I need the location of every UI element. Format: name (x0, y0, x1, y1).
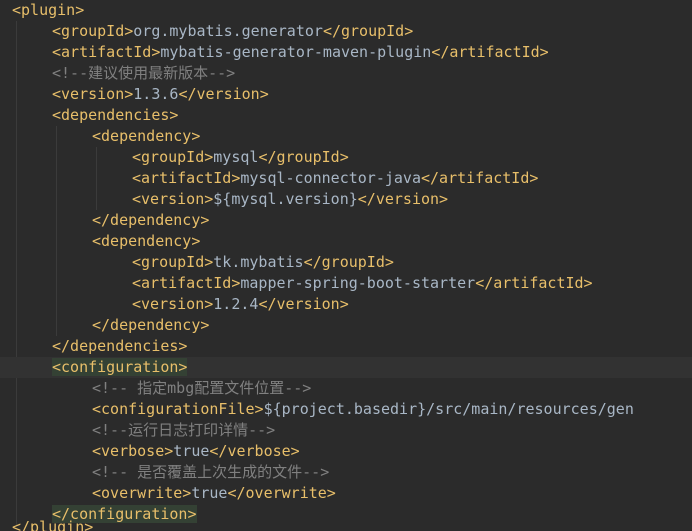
code-line-text: <version>${mysql.version}</version> (132, 189, 448, 210)
xml-tag: <configuration> (52, 358, 188, 376)
code-line-text: </dependency> (92, 315, 209, 336)
code-line[interactable]: <!-- 指定mbg配置文件位置--> (0, 378, 692, 399)
xml-value: true (173, 442, 210, 460)
code-line[interactable]: </dependency> (0, 210, 692, 231)
xml-tag: <groupId> (132, 148, 214, 166)
xml-tag: </dependency> (92, 211, 210, 229)
code-line-text: <configuration> (52, 357, 188, 378)
xml-tag: <groupId> (52, 22, 134, 40)
code-line[interactable]: <configuration> (0, 357, 692, 378)
code-line[interactable]: <version>1.3.6</version> (0, 84, 692, 105)
xml-tag: </version> (357, 190, 449, 208)
code-editor[interactable]: <plugin> <groupId>org.mybatis.generator</… (0, 0, 692, 531)
xml-tag: </groupId> (322, 22, 414, 40)
code-line-text: <dependency> (92, 126, 200, 147)
code-line-text: <!--建议使用最新版本--> (52, 63, 235, 84)
xml-comment: <!-- 指定mbg配置文件位置--> (92, 379, 312, 397)
code-line[interactable]: <groupId>org.mybatis.generator</groupId> (0, 21, 692, 42)
xml-tag: <overwrite> (92, 484, 192, 502)
xml-value: mybatis-generator-maven-plugin (160, 43, 432, 61)
xml-tag: <artifactId> (132, 274, 241, 292)
xml-tag: </verbose> (209, 442, 300, 460)
xml-value: mapper-spring-boot-starter (240, 274, 476, 292)
xml-tag: </groupId> (258, 148, 349, 166)
code-line[interactable]: </plugin> (0, 517, 692, 531)
code-line[interactable]: <groupId>tk.mybatis</groupId> (0, 252, 692, 273)
code-line[interactable]: <dependencies> (0, 105, 692, 126)
xml-value: true (191, 484, 228, 502)
code-line[interactable]: </dependency> (0, 315, 692, 336)
code-line-text: <artifactId>mapper-spring-boot-starter</… (132, 273, 593, 294)
xml-value: 1.2.4 (213, 295, 259, 313)
code-line-text: <dependencies> (52, 105, 178, 126)
xml-tag: </plugin> (12, 518, 94, 531)
xml-comment: <!-- 是否覆盖上次生成的文件--> (92, 463, 330, 481)
code-line[interactable]: <!--建议使用最新版本--> (0, 63, 692, 84)
xml-value: ${mysql.version} (213, 190, 358, 208)
code-line-text: <groupId>tk.mybatis</groupId> (132, 252, 394, 273)
code-line[interactable]: <artifactId>mysql-connector-java</artifa… (0, 168, 692, 189)
xml-tag: </version> (178, 85, 269, 103)
code-line-text: <groupId>org.mybatis.generator</groupId> (52, 21, 413, 42)
code-line-text: <dependency> (92, 231, 200, 252)
code-line[interactable]: </dependencies> (0, 336, 692, 357)
code-line[interactable]: <!-- 是否覆盖上次生成的文件--> (0, 462, 692, 483)
xml-tag: <dependency> (92, 232, 201, 250)
code-line[interactable]: <overwrite>true</overwrite> (0, 483, 692, 504)
xml-tag: <artifactId> (52, 43, 161, 61)
xml-tag: <version> (132, 295, 214, 313)
xml-tag: <plugin> (12, 1, 85, 19)
xml-tag: <dependency> (92, 127, 201, 145)
code-line[interactable]: <verbose>true</verbose> (0, 441, 692, 462)
xml-value: mysql (213, 148, 259, 166)
code-line-text: <plugin> (12, 0, 84, 21)
xml-tag: </groupId> (303, 253, 394, 271)
xml-value: mysql-connector-java (240, 169, 421, 187)
code-line-text: </plugin> (12, 517, 93, 531)
code-line[interactable]: <dependency> (0, 126, 692, 147)
xml-tag: </artifactId> (475, 274, 593, 292)
code-line-text: <version>1.3.6</version> (52, 84, 269, 105)
code-line[interactable]: <configurationFile>${project.basedir}/sr… (0, 399, 692, 420)
xml-tag: </artifactId> (431, 43, 549, 61)
xml-value: 1.3.6 (133, 85, 179, 103)
xml-tag: <configurationFile> (92, 400, 264, 418)
code-line-text: <version>1.2.4</version> (132, 294, 349, 315)
code-line-text: <artifactId>mybatis-generator-maven-plug… (52, 42, 549, 63)
xml-tag: </overwrite> (227, 484, 336, 502)
code-line-text: <!-- 指定mbg配置文件位置--> (92, 378, 311, 399)
code-line[interactable]: <version>${mysql.version}</version> (0, 189, 692, 210)
xml-tag: <version> (132, 190, 214, 208)
code-line[interactable]: <artifactId>mybatis-generator-maven-plug… (0, 42, 692, 63)
xml-tag: <dependencies> (52, 106, 179, 124)
code-line-text: <overwrite>true</overwrite> (92, 483, 336, 504)
xml-tag: <groupId> (132, 253, 214, 271)
xml-tag: <artifactId> (132, 169, 241, 187)
code-line-text: <!--运行日志打印详情--> (92, 420, 275, 441)
code-line[interactable]: <version>1.2.4</version> (0, 294, 692, 315)
xml-tag: <version> (52, 85, 134, 103)
code-line[interactable]: <groupId>mysql</groupId> (0, 147, 692, 168)
code-line-text: </dependencies> (52, 336, 187, 357)
code-line-text: <artifactId>mysql-connector-java</artifa… (132, 168, 538, 189)
xml-comment: <!--运行日志打印详情--> (92, 421, 276, 439)
xml-tag: </dependencies> (52, 337, 188, 355)
xml-tag: </artifactId> (421, 169, 539, 187)
xml-tag: </version> (258, 295, 349, 313)
code-line-text: <groupId>mysql</groupId> (132, 147, 349, 168)
xml-comment: <!--建议使用最新版本--> (52, 64, 236, 82)
code-line[interactable]: <dependency> (0, 231, 692, 252)
code-line-text: <!-- 是否覆盖上次生成的文件--> (92, 462, 329, 483)
xml-tag: <verbose> (92, 442, 174, 460)
code-line-text: <verbose>true</verbose> (92, 441, 300, 462)
code-line-text: <configurationFile>${project.basedir}/sr… (92, 399, 634, 420)
code-line[interactable]: <!--运行日志打印详情--> (0, 420, 692, 441)
code-line-text: </dependency> (92, 210, 209, 231)
code-line[interactable]: <artifactId>mapper-spring-boot-starter</… (0, 273, 692, 294)
xml-tag: </dependency> (92, 316, 210, 334)
xml-value: org.mybatis.generator (133, 22, 323, 40)
code-line[interactable]: <plugin> (0, 0, 692, 21)
xml-value: ${project.basedir}/src/main/resources/ge… (263, 400, 634, 418)
xml-value: tk.mybatis (213, 253, 304, 271)
